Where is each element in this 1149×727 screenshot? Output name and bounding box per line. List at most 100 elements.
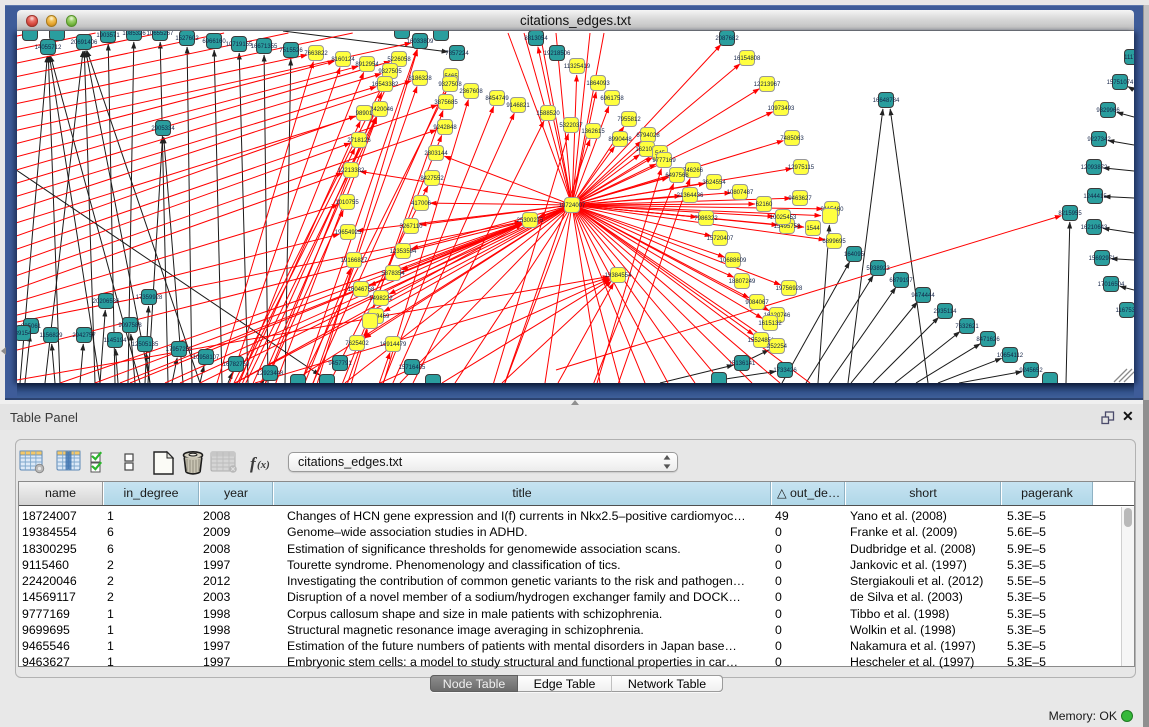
- svg-text:98901: 98901: [356, 111, 373, 117]
- svg-text:8215955: 8215955: [1058, 211, 1082, 217]
- svg-text:10654112: 10654112: [997, 353, 1024, 359]
- svg-text:12975115: 12975115: [788, 165, 815, 171]
- svg-text:9329966: 9329966: [1096, 108, 1120, 114]
- svg-text:2087682: 2087682: [715, 36, 739, 42]
- svg-text:9227342: 9227342: [1087, 137, 1111, 143]
- svg-text:7485063: 7485063: [780, 136, 804, 142]
- svg-text:1733426: 1733426: [773, 368, 797, 374]
- svg-text:5226058: 5226058: [387, 57, 411, 63]
- svg-text:2803144: 2803144: [424, 151, 448, 157]
- svg-text:16210643: 16210643: [1081, 225, 1108, 231]
- svg-text:12505135: 12505135: [132, 342, 159, 348]
- svg-text:7663822: 7663822: [304, 51, 328, 57]
- svg-text:15136141: 15136141: [729, 361, 756, 367]
- svg-text:12213382: 12213382: [338, 168, 365, 174]
- svg-text:1527602: 1527602: [175, 36, 199, 42]
- svg-text:1010755: 1010755: [335, 200, 359, 206]
- svg-text:10719155: 10719155: [226, 42, 253, 48]
- svg-text:10807487: 10807487: [727, 190, 754, 196]
- svg-text:9242848: 9242848: [433, 125, 457, 131]
- svg-text:11325419: 11325419: [564, 64, 591, 70]
- svg-text:9327508: 9327508: [438, 82, 462, 88]
- svg-text:8813054: 8813054: [524, 36, 548, 42]
- svg-text:1588520: 1588520: [536, 111, 560, 117]
- svg-text:16033809: 16033809: [407, 39, 434, 45]
- svg-text:10025453: 10025453: [770, 215, 797, 221]
- svg-text:6966160: 6966160: [202, 39, 226, 45]
- svg-text:6497568: 6497568: [665, 173, 689, 179]
- svg-text:11172: 11172: [1124, 55, 1134, 61]
- svg-text:10655267: 10655267: [147, 31, 174, 37]
- svg-text:8427552: 8427552: [420, 176, 444, 182]
- svg-text:5938923: 5938923: [866, 266, 890, 272]
- svg-text:12213967: 12213967: [754, 82, 781, 88]
- svg-text:18807249: 18807249: [729, 279, 756, 285]
- svg-text:10688609: 10688609: [720, 258, 747, 264]
- svg-text:3624554: 3624554: [702, 180, 726, 186]
- svg-text:2935114: 2935114: [934, 309, 958, 315]
- svg-text:12093872: 12093872: [1081, 165, 1108, 171]
- svg-text:19756928: 19756928: [776, 286, 803, 292]
- svg-text:8990448: 8990448: [608, 137, 632, 143]
- svg-text:8186328: 8186328: [408, 76, 432, 82]
- svg-text:1903571: 1903571: [96, 33, 120, 39]
- svg-text:14055712: 14055712: [35, 45, 62, 51]
- svg-text:9245652: 9245652: [1019, 368, 1043, 374]
- svg-text:1085326: 1085326: [122, 31, 146, 37]
- svg-text:9327505: 9327505: [378, 69, 402, 75]
- svg-text:3875685: 3875685: [434, 100, 458, 106]
- svg-text:9463627: 9463627: [788, 196, 812, 202]
- svg-text:1615132: 1615132: [758, 321, 782, 327]
- svg-text:1167533: 1167533: [1116, 308, 1134, 314]
- svg-text:5878354: 5878354: [381, 271, 405, 277]
- svg-text:15716485: 15716485: [399, 365, 426, 371]
- svg-text:19166827: 19166827: [341, 258, 368, 264]
- svg-text:10958107: 10958107: [193, 355, 220, 361]
- svg-text:19384554: 19384554: [605, 273, 632, 279]
- svg-text:9097588: 9097588: [118, 323, 142, 329]
- svg-text:2905334: 2905334: [151, 126, 175, 132]
- svg-text:1145194: 1145194: [104, 338, 128, 344]
- svg-text:7625402: 7625402: [345, 341, 369, 347]
- svg-text:16543382: 16543382: [372, 82, 399, 88]
- svg-text:39154: 39154: [17, 331, 32, 337]
- svg-text:6961758: 6961758: [600, 96, 624, 102]
- svg-text:18724007: 18724007: [559, 203, 586, 209]
- svg-text:16648784: 16648784: [873, 98, 900, 104]
- svg-text:20691406: 20691406: [71, 40, 98, 46]
- svg-text:2942757: 2942757: [72, 333, 96, 339]
- svg-text:17016504: 17016504: [1098, 282, 1125, 288]
- svg-text:1864093: 1864093: [586, 81, 610, 87]
- svg-text:12923448: 12923448: [257, 371, 284, 377]
- svg-text:16046758: 16046758: [348, 287, 375, 293]
- svg-text:9457791: 9457791: [328, 361, 352, 367]
- svg-text:25300275: 25300275: [517, 218, 544, 224]
- svg-text:(x): (x): [257, 459, 270, 471]
- svg-text:5322037: 5322037: [559, 123, 583, 129]
- svg-text:17957255: 17957255: [166, 347, 193, 353]
- svg-text:7515526: 7515526: [279, 48, 303, 54]
- svg-text:9146821: 9146821: [506, 103, 530, 109]
- svg-text:9084067: 9084067: [745, 300, 769, 306]
- svg-text:6899695: 6899695: [822, 239, 846, 245]
- svg-text:20206536: 20206536: [93, 299, 120, 305]
- svg-text:15751074: 15751074: [1107, 80, 1134, 86]
- svg-text:10973493: 10973493: [768, 106, 795, 112]
- svg-text:252254: 252254: [767, 344, 788, 350]
- svg-text:16782759: 16782759: [223, 362, 250, 368]
- svg-text:16671355: 16671355: [251, 44, 278, 50]
- svg-text:1244415: 1244415: [1083, 194, 1107, 200]
- svg-text:15692971: 15692971: [1089, 256, 1116, 262]
- svg-text:16914479: 16914479: [380, 342, 407, 348]
- svg-text:9777169: 9777169: [652, 158, 676, 164]
- svg-text:8471626: 8471626: [976, 337, 1000, 343]
- svg-text:417006: 417006: [411, 201, 432, 207]
- svg-text:12353594: 12353594: [390, 249, 417, 255]
- svg-text:3267110: 3267110: [400, 224, 424, 230]
- svg-text:6794028: 6794028: [636, 133, 660, 139]
- svg-text:7986322: 7986322: [694, 216, 718, 222]
- svg-text:8454749: 8454749: [485, 96, 509, 102]
- svg-text:8912954: 8912954: [355, 62, 379, 68]
- svg-text:5498222: 5498222: [369, 296, 393, 302]
- svg-text:6879197: 6879197: [889, 278, 913, 284]
